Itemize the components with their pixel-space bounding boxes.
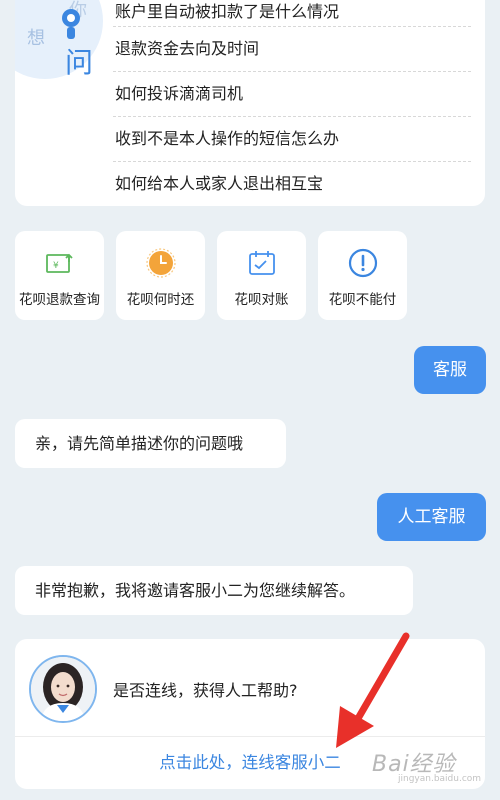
faq-item[interactable]: 收到不是本人操作的短信怎么办 (113, 117, 471, 162)
refund-icon: ¥ (45, 248, 75, 278)
faq-list: 账户里自动被扣款了是什么情况 退款资金去向及时间 如何投诉滴滴司机 收到不是本人… (113, 0, 471, 206)
tile-label: 花呗何时还 (126, 292, 195, 308)
tile-label: 花呗不能付 (328, 292, 397, 308)
tile-refund-query[interactable]: ¥ 花呗退款查询 (15, 231, 104, 320)
user-message-bubble: 客服 (414, 346, 486, 394)
mascot-char-3: 问 (65, 46, 93, 79)
user-message-bubble: 人工客服 (377, 493, 486, 541)
tile-label: 花呗对账 (234, 292, 289, 308)
watermark-url: jingyan.baidu.com (398, 774, 482, 784)
connect-question: 是否连线，获得人工帮助? (113, 681, 298, 700)
faq-item[interactable]: 如何投诉滴滴司机 (113, 72, 471, 117)
tile-when-repay[interactable]: 花呗何时还 (116, 231, 205, 320)
faq-item[interactable]: 如何给本人或家人退出相互宝 (113, 162, 471, 206)
mascot-char-2: 想 (27, 28, 45, 49)
faq-item[interactable]: 账户里自动被扣款了是什么情况 (113, 0, 471, 27)
clock-icon (145, 248, 176, 278)
alert-icon (348, 248, 378, 278)
svg-text:¥: ¥ (53, 261, 59, 271)
calendar-icon (247, 248, 277, 278)
tile-label: 花呗退款查询 (19, 292, 100, 308)
agent-avatar (29, 655, 97, 723)
faq-item[interactable]: 退款资金去向及时间 (113, 27, 471, 72)
mascot-icon: 你 想 问 (15, 0, 103, 79)
baidu-watermark: Bai经验 jingyan.baidu.com (372, 746, 494, 786)
tile-cannot-pay[interactable]: 花呗不能付 (318, 231, 407, 320)
tile-statement[interactable]: 花呗对账 (217, 231, 306, 320)
bot-message-bubble: 非常抱歉，我将邀请客服小二为您继续解答。 (15, 566, 413, 615)
faq-mascot: 你 想 问 (15, 0, 110, 86)
red-arrow-icon (336, 632, 410, 748)
faq-card: 你 想 问 账户里自动被扣款了是什么情况 退款资金去向及时间 如何投诉滴滴司机 … (15, 0, 485, 206)
bot-message-bubble: 亲，请先简单描述你的问题哦 (15, 419, 286, 468)
